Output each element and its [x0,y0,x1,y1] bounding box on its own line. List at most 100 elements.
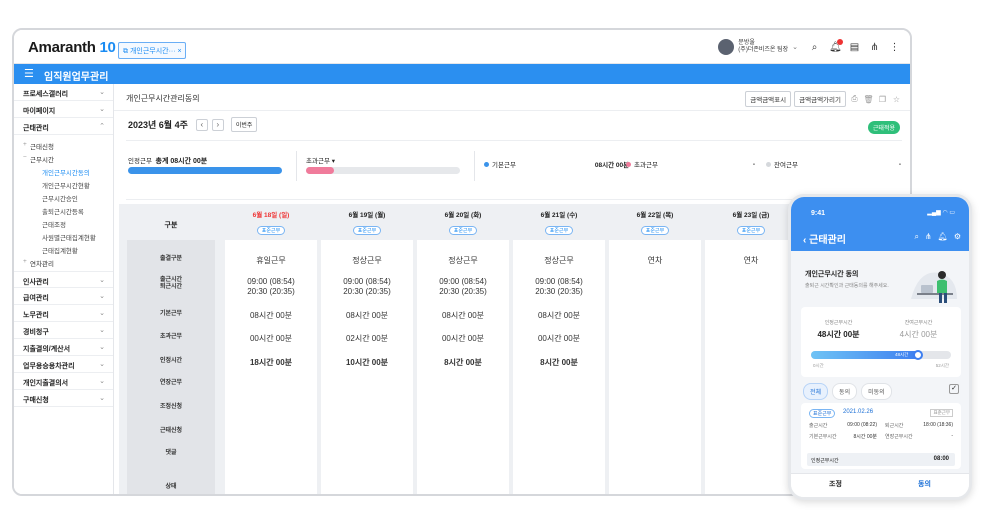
sidebar-item-vehicle[interactable]: 업무용승용차관리 ⌄ [14,356,113,373]
day-recognized: 8시간 00분 [540,358,578,367]
mobile-header-icons: ⌕ ⋔ 🔔︎ ⚙ [914,232,961,242]
recognized-summary: 인정근무 총계 08시간 00분 [128,155,207,166]
signal-wifi-battery-icon: ▂▄▆ ◠ ▭ [927,210,955,216]
prev-week-button[interactable]: ‹ [195,118,208,131]
summary-panel: 인정근무 총계 08시간 00분 초과근무 ▾ 기본근무 08시간 00분 초과근… [126,140,902,200]
next-week-button[interactable]: › [211,118,224,131]
day-date: 6월 22일 (목) [636,212,674,219]
remaining-time-value: 4시간 00분 [899,330,938,339]
row-label: 기본근무시간 [809,434,837,440]
sidebar-l2-approve[interactable]: 근무시간승인 [14,190,113,203]
checkbox-icon[interactable]: ✓ [949,384,959,394]
sidebar-sub-request[interactable]: + 근태신청 [14,138,113,151]
legend-label: 초과근무 [634,162,658,169]
tab-agreed[interactable]: 동의 [832,383,858,400]
more-icon[interactable]: ⋮ [889,42,900,53]
mobile-subheading: 출퇴근 시간확인과 근태동의를 해주세요. [805,283,889,289]
sidebar-item-process[interactable]: 프로세스갤러리 ⌄ [14,84,113,101]
bell-icon[interactable]: 🔔︎ [829,39,843,53]
day-overtime: 00시간 00분 [537,334,581,343]
row-label-attendance-type: 출결구분 [159,256,183,262]
sidebar-item-invoice[interactable]: 지출결의/계산서 ⌄ [14,339,113,356]
sidebar-item-purchase[interactable]: 구매신청 ⌄ [14,390,113,407]
day-pill: 표준근무 [640,226,670,235]
overtime-label: 초과근무 [306,158,330,165]
day-base-time: 08시간 00분 [441,311,485,320]
sidebar-l2-employee-summary[interactable]: 사원별근태집계현황 [14,229,113,242]
top-icons: ⌕ 🔔︎ ▤ ⋔ ⋮ [809,39,900,53]
mobile-day-card[interactable]: 표준근무 2021.02.26 표준근무 출근시간 09:00 (08:22) 퇴근… [801,403,961,469]
org-chart-icon[interactable]: ⋔ [925,232,932,242]
back-icon[interactable]: ‹ [803,235,806,246]
sidebar-l2-agree[interactable]: 개인근무시간동의 [14,164,113,177]
recognized-label: 인정근무 [128,158,152,165]
chevron-down-icon: ⌄ [792,44,798,51]
divider [296,151,297,181]
star-icon[interactable]: ☆ [891,95,902,104]
mobile-progress-bar: 48시간 [811,350,951,360]
day-column[interactable] [705,240,797,494]
sidebar-item-payroll[interactable]: 급여관리 ⌄ [14,288,113,305]
sidebar-l2-summary[interactable]: 근태집계현황 [14,242,113,255]
sidebar-sub-annual[interactable]: + 연차관리 [14,255,113,268]
chevron-down-icon: ⌄ [99,395,105,402]
app-logo[interactable]: Amaranth 10 [28,39,116,56]
sidebar-item-hr[interactable]: 인사관리 ⌄ [14,271,113,288]
agree-button[interactable]: 동의 [880,474,969,497]
recognized-time-value: 48시간 00분 [817,330,860,339]
sidebar-item-attendance[interactable]: 근태관리 ⌃ [14,118,113,135]
bell-icon[interactable]: 🔔︎ [938,232,948,242]
day-in-out-times: 09:00 (08:54) 20:30 (20:35) [343,277,391,296]
legend-remaining: 잔여근무 - [766,159,901,169]
mobile-title-text: 근태관리 [809,235,846,246]
day-row-inout: 출근시간 09:00 (08:22) 퇴근시간 18:00 (18:36) [809,422,953,429]
chevron-down-icon: ⌄ [99,361,105,368]
day-header: 6월 21일 (수) 표준근무 [513,209,605,237]
print-icon[interactable]: ⎙ [849,94,860,104]
day-pill: 표준근무 [352,226,382,235]
sidebar-item-label: 마이페이지 [23,108,56,115]
remaining-time: 잔여근무시간 4시간 00분 [881,319,956,340]
sidebar-item-expense[interactable]: 경비청구 ⌄ [14,322,113,339]
sidebar-l2-adjust[interactable]: 근태조정 [14,216,113,229]
chevron-down-icon: ⌄ [99,327,105,334]
search-icon[interactable]: ⌕ [914,232,918,242]
sidebar-l2-status[interactable]: 개인근무시간현황 [14,177,113,190]
toolbar: 금액금액표시 금액금액가리기 ⎙ 🗑︎ ❐ ☆ [745,91,902,107]
user-profile[interactable]: 문방울 (주)더존비즈온 팀장 ⌄ [718,39,798,55]
adjust-button[interactable]: 조정 [791,474,880,497]
legend-label: 잔여근무 [774,162,798,169]
sidebar-item-label: 프로세스갤러리 [23,91,69,98]
open-tab-chip[interactable]: ⧉ 개인근무시간··· × [118,42,186,59]
sidebar-item-mypage[interactable]: 마이페이지 ⌄ [14,101,113,118]
hide-amount-button[interactable]: 금액금액가리기 [794,91,846,107]
menu-icon[interactable]: ☰ [24,67,34,80]
recognized-time: 인정근무시간 48시간 00분 [801,319,876,340]
copy-icon[interactable]: ❐ [877,95,888,104]
tab-not-agreed[interactable]: 미동의 [861,383,892,400]
sidebar-item-labor[interactable]: 노무관리 ⌄ [14,305,113,322]
sidebar-item-personal-expense[interactable]: 개인지출결의서 ⌄ [14,373,113,390]
gear-icon[interactable]: ⚙ [954,232,961,242]
legend-dot [484,161,489,167]
org-chart-icon[interactable]: ⋔ [869,42,880,53]
overtime-progress-bar [306,167,460,174]
document-icon[interactable]: ▤ [849,42,860,53]
sidebar-item-label: 경비청구 [23,329,49,336]
day-type: 연차 [743,256,759,265]
row-value: 8시간 00분 [853,434,877,440]
search-icon[interactable]: ⌕ [809,42,820,53]
this-week-button[interactable]: 이번주 [230,117,258,132]
day-column[interactable] [609,240,701,494]
sidebar-sub-worktime[interactable]: − 근무시간 [14,151,113,164]
sidebar-l2-register[interactable]: 출퇴근시간등록 [14,203,113,216]
row-label-comment: 댓글 [165,450,177,456]
tab-close-icon[interactable]: × [178,48,182,55]
trash-icon[interactable]: 🗑︎ [863,95,874,104]
show-amount-button[interactable]: 금액금액표시 [745,91,792,107]
day-pill: 표준근무 [448,226,478,235]
person-at-desk-illustration [911,271,957,303]
tab-all[interactable]: 전체 [803,383,829,400]
sidebar-item-label: 인사관리 [23,279,49,286]
divider [474,151,475,181]
